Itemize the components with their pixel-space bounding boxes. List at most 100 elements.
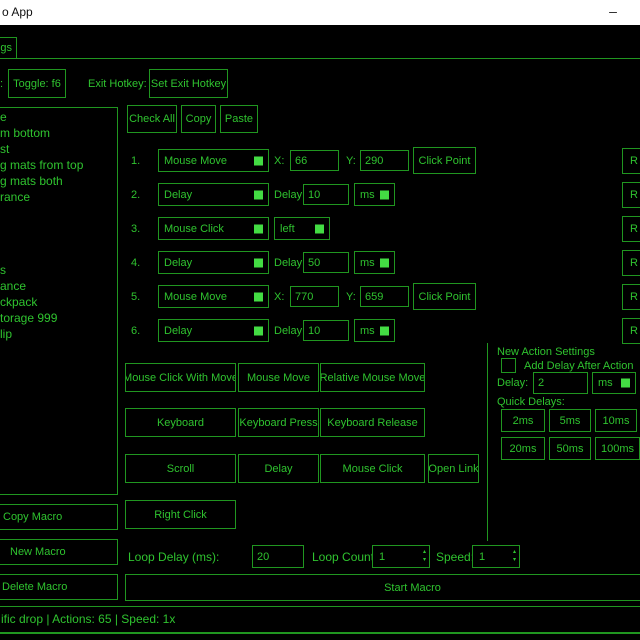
x-label: X: — [274, 155, 284, 167]
macro-list-item[interactable]: ckpack — [0, 296, 37, 309]
check-all-button[interactable]: Check All — [127, 105, 177, 133]
action-type-dropdown[interactable]: Mouse Move — [158, 149, 269, 172]
toggle-hotkey-button[interactable]: Toggle: f6 — [8, 69, 66, 98]
delay-input[interactable] — [303, 252, 349, 273]
click-point-button[interactable]: Click Point — [413, 147, 476, 174]
unit-dropdown[interactable]: ms — [354, 183, 395, 206]
relative-mouse-move-button[interactable]: Relative Mouse Move — [320, 363, 425, 392]
remove-action-button[interactable]: R — [622, 284, 640, 310]
action-type-dropdown[interactable]: Delay — [158, 183, 269, 206]
copy-macro-button[interactable]: Copy Macro — [0, 504, 118, 530]
action-number: 1. — [131, 155, 140, 167]
remove-action-button[interactable]: R — [622, 148, 640, 174]
macro-list-item[interactable]: e — [0, 111, 7, 124]
mouse-button-value: left — [280, 223, 295, 235]
new-macro-button[interactable]: New Macro — [0, 539, 118, 565]
quick-delay-10ms-button[interactable]: 10ms — [595, 409, 637, 432]
quick-delay-100ms-button[interactable]: 100ms — [595, 437, 640, 460]
macro-list-item[interactable]: torage 999 — [0, 312, 57, 325]
quick-delay-20ms-button[interactable]: 20ms — [501, 437, 545, 460]
unit-dropdown[interactable]: ms — [354, 319, 395, 342]
new-delay-label: Delay: — [497, 377, 528, 389]
macro-list-item[interactable]: st — [0, 143, 9, 156]
quick-delays-label: Quick Delays: — [497, 396, 565, 408]
dropdown-indicator-icon — [380, 190, 389, 199]
remove-action-button[interactable]: R — [622, 318, 640, 344]
action-type-dropdown[interactable]: Delay — [158, 251, 269, 274]
y-input[interactable] — [360, 286, 409, 307]
loop-count-value: 1 — [379, 551, 385, 563]
spinner-up-icon[interactable]: ▴ — [423, 548, 426, 556]
spinner-up-icon[interactable]: ▴ — [513, 548, 516, 556]
keyboard-button[interactable]: Keyboard — [125, 408, 236, 437]
quick-delay-2ms-button[interactable]: 2ms — [501, 409, 545, 432]
action-type-dropdown[interactable]: Mouse Move — [158, 285, 269, 308]
loop-delay-label: Loop Delay (ms): — [128, 550, 219, 564]
delete-macro-button[interactable]: Delete Macro — [0, 574, 118, 600]
dropdown-indicator-icon — [380, 258, 389, 267]
action-type-value: Delay — [164, 325, 192, 337]
macro-list-item[interactable]: rance — [0, 191, 30, 204]
x-input[interactable] — [290, 150, 339, 171]
action-number: 2. — [131, 189, 140, 201]
scroll-button[interactable]: Scroll — [125, 454, 236, 483]
panel-border — [487, 343, 488, 541]
macro-list-item[interactable]: g mats from top — [0, 159, 83, 172]
new-delay-input[interactable] — [533, 372, 588, 394]
delay-button[interactable]: Delay — [238, 454, 319, 483]
tab-settings[interactable]: gs — [0, 37, 17, 59]
spinner-down-icon[interactable]: ▾ — [423, 556, 426, 564]
mouse-button-dropdown[interactable]: left — [274, 217, 330, 240]
keyboard-release-button[interactable]: Keyboard Release — [320, 408, 425, 437]
statusbar-top-border — [0, 606, 640, 607]
action-type-value: Delay — [164, 257, 192, 269]
macro-list-item[interactable]: s — [0, 264, 6, 277]
y-label: Y: — [346, 291, 356, 303]
mouse-click-with-move-button[interactable]: Mouse Click With Move — [125, 363, 236, 392]
loop-count-stepper[interactable]: 1 ▴ ▾ — [372, 545, 430, 568]
macro-list-item[interactable]: ance — [0, 280, 26, 293]
y-input[interactable] — [360, 150, 409, 171]
loop-count-label: Loop Count: — [312, 550, 377, 564]
speed-stepper[interactable]: 1 ▴ ▾ — [472, 545, 520, 568]
remove-action-button[interactable]: R — [622, 250, 640, 276]
quick-delay-50ms-button[interactable]: 50ms — [549, 437, 591, 460]
action-type-value: Mouse Move — [164, 291, 227, 303]
window-title: o App — [2, 0, 33, 25]
minimize-icon[interactable]: – — [598, 0, 628, 25]
new-delay-unit-dropdown[interactable]: ms — [592, 372, 636, 394]
delay-input[interactable] — [303, 320, 349, 341]
macro-list[interactable]: e m bottom st g mats from top g mats bot… — [0, 107, 118, 495]
copy-button[interactable]: Copy — [181, 105, 216, 133]
dropdown-indicator-icon — [254, 156, 263, 165]
dropdown-indicator-icon — [254, 258, 263, 267]
x-input[interactable] — [290, 286, 339, 307]
mouse-move-button[interactable]: Mouse Move — [238, 363, 319, 392]
keyboard-press-button[interactable]: Keyboard Press — [238, 408, 319, 437]
loop-delay-input[interactable] — [252, 545, 304, 568]
mouse-click-button[interactable]: Mouse Click — [320, 454, 425, 483]
add-delay-checkbox[interactable] — [501, 358, 516, 373]
speed-value: 1 — [479, 551, 485, 563]
remove-action-button[interactable]: R — [622, 216, 640, 242]
remove-action-button[interactable]: R — [622, 182, 640, 208]
open-link-button[interactable]: Open Link — [428, 454, 479, 483]
right-click-button[interactable]: Right Click — [125, 500, 236, 529]
action-type-dropdown[interactable]: Mouse Click — [158, 217, 269, 240]
start-macro-button[interactable]: Start Macro — [125, 574, 640, 601]
delay-input[interactable] — [303, 184, 349, 205]
action-number: 4. — [131, 257, 140, 269]
stepper-arrows: ▴ ▾ — [423, 548, 426, 564]
spinner-down-icon[interactable]: ▾ — [513, 556, 516, 564]
dropdown-indicator-icon — [254, 190, 263, 199]
unit-dropdown[interactable]: ms — [354, 251, 395, 274]
set-exit-hotkey-button[interactable]: Set Exit Hotkey — [149, 69, 228, 98]
macro-list-item[interactable]: lip — [0, 328, 12, 341]
click-point-button[interactable]: Click Point — [413, 283, 476, 310]
action-type-dropdown[interactable]: Delay — [158, 319, 269, 342]
paste-button[interactable]: Paste — [220, 105, 258, 133]
unit-value: ms — [360, 325, 375, 337]
quick-delay-5ms-button[interactable]: 5ms — [549, 409, 591, 432]
macro-list-item[interactable]: g mats both — [0, 175, 63, 188]
macro-list-item[interactable]: m bottom — [0, 127, 50, 140]
